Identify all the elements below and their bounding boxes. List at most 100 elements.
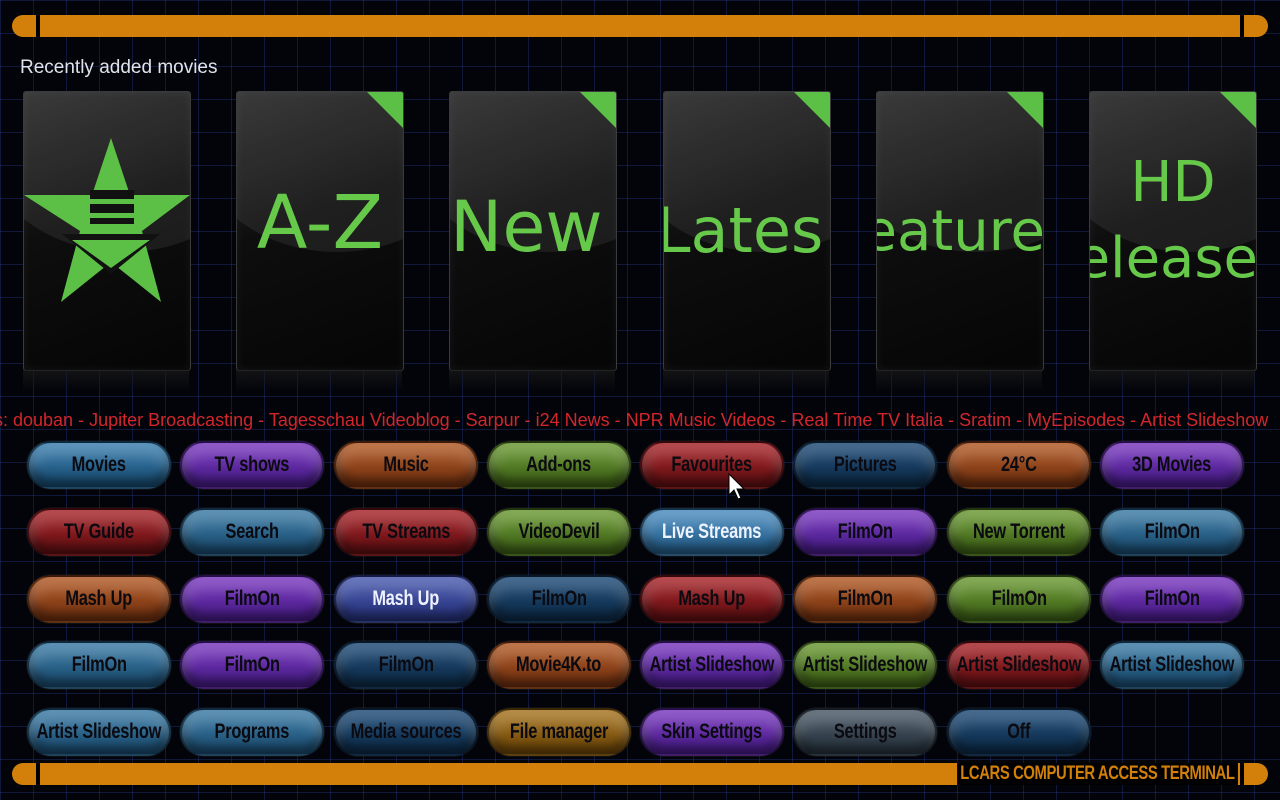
card-label: eature <box>876 199 1044 264</box>
button-label: Artist Slideshow <box>1109 653 1235 676</box>
menu-new-torrent-button[interactable]: New Torrent <box>947 508 1091 556</box>
movie-card-latest[interactable]: Lates <box>663 91 831 371</box>
section-title: Recently added movies <box>20 57 218 78</box>
menu-live-streams-button[interactable]: Live Streams <box>640 508 784 556</box>
card-corner-flag <box>580 92 616 128</box>
card-corner-flag <box>1220 92 1256 128</box>
menu-file-manager-button[interactable]: File manager <box>487 708 631 756</box>
button-label: 24°C <box>1001 453 1037 476</box>
top-lcars-bar <box>12 15 1268 37</box>
card-corner-flag <box>794 92 830 128</box>
button-label: VideoDevil <box>518 520 600 543</box>
button-label: Search <box>225 520 279 543</box>
card-label: New <box>450 186 603 268</box>
button-label: Settings <box>833 720 897 743</box>
button-label: Live Streams <box>662 520 762 543</box>
menu-filmon-button[interactable]: FilmOn <box>180 641 324 689</box>
card-reflection <box>23 370 189 392</box>
menu-filmon-button[interactable]: FilmOn <box>334 641 478 689</box>
movie-card-az[interactable]: A-Z <box>236 91 404 371</box>
menu-filmon-button[interactable]: FilmOn <box>1100 508 1244 556</box>
button-label: Artist Slideshow <box>36 720 162 743</box>
star-download-icon <box>24 138 190 302</box>
menu-addons-button[interactable]: Add-ons <box>487 441 631 489</box>
menu-3d-movies-button[interactable]: 3D Movies <box>1100 441 1244 489</box>
movie-card-starred[interactable] <box>23 91 191 371</box>
menu-search-button[interactable]: Search <box>180 508 324 556</box>
menu-artist-slideshow-button[interactable]: Artist Slideshow <box>1100 641 1244 689</box>
menu-media-sources-button[interactable]: Media sources <box>334 708 478 756</box>
card-corner-flag <box>367 92 403 128</box>
button-label: Artist Slideshow <box>956 653 1082 676</box>
menu-movies-button[interactable]: Movies <box>27 441 171 489</box>
menu-pictures-button[interactable]: Pictures <box>793 441 937 489</box>
card-label: A-Z <box>256 180 384 266</box>
button-label: FilmOn <box>837 520 893 543</box>
menu-tv-guide-button[interactable]: TV Guide <box>27 508 171 556</box>
button-label: Mash Up <box>372 587 440 610</box>
button-label: Artist Slideshow <box>649 653 775 676</box>
menu-filmon-button[interactable]: FilmOn <box>793 508 937 556</box>
menu-weather-button[interactable]: 24°C <box>947 441 1091 489</box>
bottom-bar-divider-right <box>1240 763 1244 785</box>
button-label: FilmOn <box>1144 520 1200 543</box>
menu-filmon-button[interactable]: FilmOn <box>947 575 1091 623</box>
menu-filmon-button[interactable]: FilmOn <box>27 641 171 689</box>
card-reflection <box>1089 370 1255 392</box>
menu-skin-settings-button[interactable]: Skin Settings <box>640 708 784 756</box>
mouse-cursor-icon <box>728 473 746 500</box>
menu-videodevil-button[interactable]: VideoDevil <box>487 508 631 556</box>
menu-tv-streams-button[interactable]: TV Streams <box>334 508 478 556</box>
button-label: New Torrent <box>973 520 1065 543</box>
button-label: 3D Movies <box>1132 453 1212 476</box>
button-label: File manager <box>509 720 609 743</box>
bottom-lcars-bar: LCARS COMPUTER ACCESS TERMINAL <box>12 763 1268 785</box>
card-reflection <box>663 370 829 392</box>
card-reflection <box>876 370 1042 392</box>
movie-card-hd-releases[interactable]: HD elease <box>1089 91 1257 371</box>
movie-card-new[interactable]: New <box>449 91 617 371</box>
menu-settings-button[interactable]: Settings <box>793 708 937 756</box>
menu-filmon-button[interactable]: FilmOn <box>487 575 631 623</box>
card-label-line2: elease <box>1089 226 1257 291</box>
menu-filmon-button[interactable]: FilmOn <box>793 575 937 623</box>
button-label: FilmOn <box>991 587 1047 610</box>
button-label: FilmOn <box>224 653 280 676</box>
bottom-bar-divider-left <box>36 763 40 785</box>
menu-tv-shows-button[interactable]: TV shows <box>180 441 324 489</box>
card-reflection <box>449 370 615 392</box>
menu-favourites-button[interactable]: Favourites <box>640 441 784 489</box>
menu-artist-slideshow-button[interactable]: Artist Slideshow <box>793 641 937 689</box>
button-label: FilmOn <box>837 587 893 610</box>
card-label-line1: HD <box>1130 150 1216 215</box>
top-bar-divider-right <box>1240 15 1244 37</box>
button-label: Mash Up <box>65 587 133 610</box>
menu-mash-up-button[interactable]: Mash Up <box>334 575 478 623</box>
button-label: Pictures <box>833 453 897 476</box>
button-label: Skin Settings <box>661 720 763 743</box>
card-reflection <box>236 370 402 392</box>
movie-card-featured[interactable]: eature <box>876 91 1044 371</box>
button-label: Programs <box>214 720 290 743</box>
menu-filmon-button[interactable]: FilmOn <box>1100 575 1244 623</box>
menu-off-button[interactable]: Off <box>947 708 1091 756</box>
button-label: FilmOn <box>1144 587 1200 610</box>
menu-artist-slideshow-button[interactable]: Artist Slideshow <box>947 641 1091 689</box>
button-label: Mash Up <box>678 587 746 610</box>
menu-programs-button[interactable]: Programs <box>180 708 324 756</box>
button-label: TV Streams <box>362 520 450 543</box>
menu-filmon-button[interactable]: FilmOn <box>180 575 324 623</box>
menu-artist-slideshow-button[interactable]: Artist Slideshow <box>640 641 784 689</box>
button-label: FilmOn <box>224 587 280 610</box>
menu-mash-up-button[interactable]: Mash Up <box>27 575 171 623</box>
button-label: TV Guide <box>63 520 135 543</box>
menu-movie4k-button[interactable]: Movie4K.to <box>487 641 631 689</box>
top-bar-divider-left <box>36 15 40 37</box>
button-label: FilmOn <box>378 653 434 676</box>
menu-mash-up-button[interactable]: Mash Up <box>640 575 784 623</box>
menu-artist-slideshow-button[interactable]: Artist Slideshow <box>27 708 171 756</box>
addon-ticker: s: douban - Jupiter Broadcasting - Tages… <box>0 410 1280 434</box>
button-label: Add-ons <box>526 453 592 476</box>
button-label: Media sources <box>350 720 462 743</box>
menu-music-button[interactable]: Music <box>334 441 478 489</box>
